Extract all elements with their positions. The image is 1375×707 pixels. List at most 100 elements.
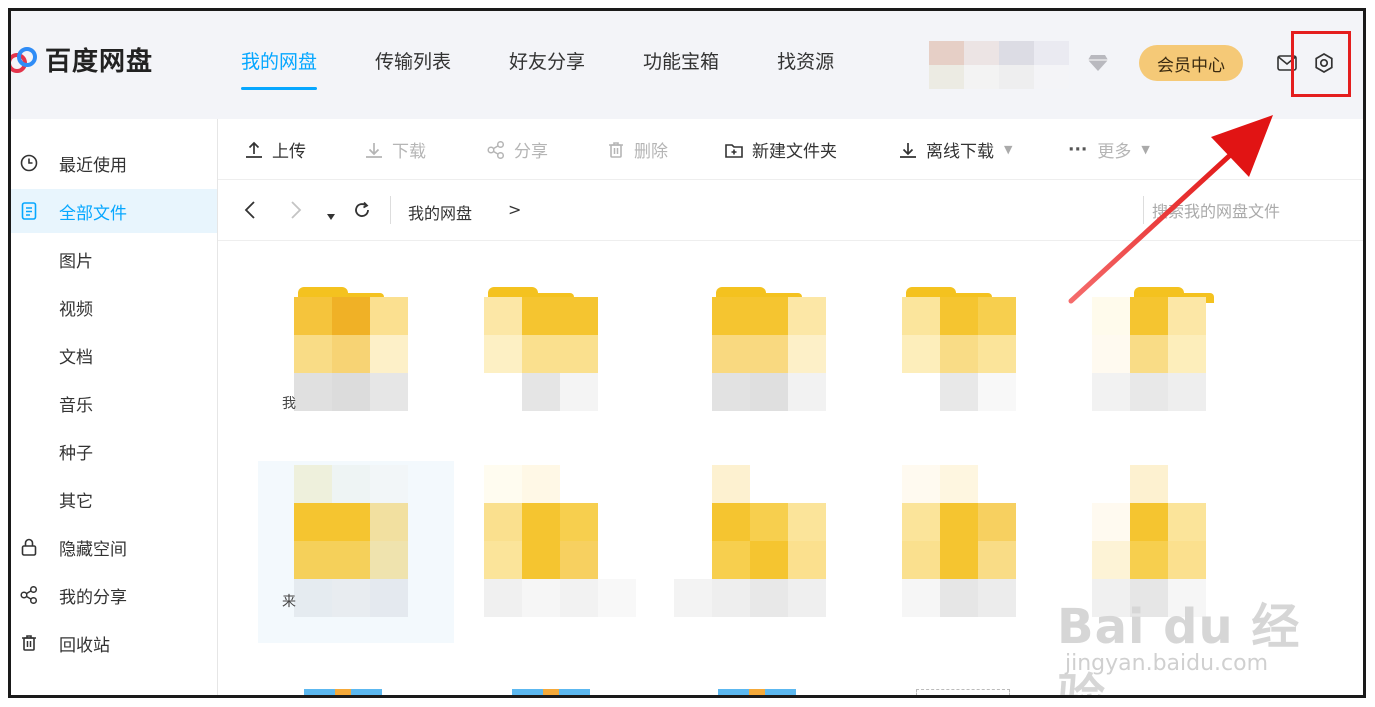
folder-icon: [712, 465, 826, 579]
sidebar-item-docs[interactable]: 文档: [11, 333, 217, 377]
delete-label: 删除: [634, 142, 668, 162]
upload-label: 上传: [272, 142, 306, 162]
share-icon: [19, 585, 39, 605]
upload-icon: [246, 141, 262, 158]
share-button[interactable]: 分享: [486, 137, 548, 162]
file-thumbnail[interactable]: [512, 689, 590, 695]
baidu-cloud-logo-icon: [11, 43, 39, 77]
folder-icon-bottom: [902, 579, 1016, 617]
document-icon: [19, 201, 39, 221]
baidu-jingyan-watermark: Bai du 经验 jingyan.baidu.com: [1057, 567, 1347, 695]
folder-icon: [712, 297, 826, 411]
folder-icon-bottom: [674, 579, 826, 617]
folder-icon: [294, 465, 408, 579]
offline-download-button[interactable]: 离线下载 ▼: [898, 137, 1012, 162]
sidebar-item-my-share[interactable]: 我的分享: [11, 573, 217, 617]
sidebar-item-label: 图片: [59, 251, 93, 272]
sidebar-item-hidden-space[interactable]: 隐藏空间: [11, 525, 217, 569]
folder-item[interactable]: [902, 287, 1022, 427]
sidebar-item-label: 全部文件: [59, 203, 127, 224]
nav-my-disk[interactable]: 我的网盘: [241, 47, 318, 90]
app-logo[interactable]: 百度网盘: [11, 41, 153, 78]
sidebar-item-label: 视频: [59, 299, 93, 320]
lock-icon: [19, 537, 39, 557]
folder-item[interactable]: [902, 455, 1022, 617]
watermark-logo-text: Bai du 经验: [1057, 599, 1301, 698]
folder-icon: [902, 465, 1016, 579]
folder-item[interactable]: [674, 455, 832, 617]
new-folder-button[interactable]: 新建文件夹: [724, 137, 837, 162]
sidebar-item-recycle-bin[interactable]: 回收站: [11, 621, 217, 665]
sidebar-item-label: 我的分享: [59, 587, 127, 608]
refresh-icon[interactable]: [352, 200, 372, 224]
folder-item[interactable]: 来: [282, 455, 414, 617]
diamond-icon[interactable]: [1087, 54, 1109, 72]
file-thumbnail[interactable]: [718, 689, 796, 695]
back-icon[interactable]: [244, 200, 256, 224]
annotation-arrow: [1068, 115, 1273, 304]
nav-find-resources[interactable]: 找资源: [777, 47, 834, 88]
upload-button[interactable]: 上传: [244, 137, 306, 162]
folder-item[interactable]: [712, 287, 832, 427]
sidebar-item-label: 其它: [59, 491, 93, 512]
sidebar-item-label: 文档: [59, 347, 93, 368]
sidebar: 最近使用 全部文件 图片 视频 文档 音乐 种子 其它 隐藏空间 我的分享 回收…: [11, 119, 218, 695]
sidebar-item-recent[interactable]: 最近使用: [11, 141, 217, 185]
folder-name: 来: [282, 594, 296, 610]
share-icon: [487, 140, 505, 159]
folder-item[interactable]: 我: [282, 287, 414, 427]
sidebar-item-torrents[interactable]: 种子: [11, 429, 217, 473]
folder-icon: [1092, 465, 1206, 579]
breadcrumb-divider: [390, 196, 391, 224]
folder-icon-bottom: [484, 579, 636, 617]
nav-toolbox[interactable]: 功能宝箱: [643, 47, 719, 88]
trash-icon: [19, 633, 39, 653]
trash-icon: [609, 141, 623, 158]
nav-friend-share[interactable]: 好友分享: [509, 47, 585, 88]
folder-icon: [1092, 297, 1206, 411]
download-icon: [900, 142, 916, 158]
folder-item[interactable]: [484, 455, 636, 617]
file-thumbnail[interactable]: [916, 689, 1010, 695]
sidebar-item-label: 回收站: [59, 635, 110, 656]
delete-button[interactable]: 删除: [606, 137, 668, 162]
download-icon: [366, 142, 382, 158]
new-folder-label: 新建文件夹: [752, 142, 837, 162]
folder-item[interactable]: [484, 287, 604, 427]
sidebar-item-all-files[interactable]: 全部文件: [11, 189, 217, 233]
folder-icon: [902, 297, 1016, 411]
download-button[interactable]: 下载: [364, 137, 426, 162]
app-window: 百度网盘 我的网盘 传输列表 好友分享 功能宝箱 找资源 会员中心 最近使用 全…: [8, 8, 1366, 698]
breadcrumb-separator: >: [508, 200, 522, 219]
sidebar-item-label: 隐藏空间: [59, 539, 127, 560]
new-folder-icon: [725, 143, 743, 158]
nav-transfer-list[interactable]: 传输列表: [375, 47, 451, 88]
chevron-down-icon: ▼: [1004, 143, 1013, 156]
history-dropdown-icon[interactable]: [326, 206, 336, 225]
folder-icon: [484, 297, 598, 411]
sidebar-item-label: 音乐: [59, 395, 93, 416]
settings-highlight-box: [1291, 31, 1351, 97]
folder-icon: [484, 465, 598, 579]
share-label: 分享: [514, 142, 548, 162]
folder-icon-bottom: [294, 579, 408, 617]
sidebar-item-music[interactable]: 音乐: [11, 381, 217, 425]
clock-icon: [19, 153, 39, 173]
breadcrumb-current[interactable]: 我的网盘: [408, 200, 472, 224]
main-nav: 我的网盘 传输列表 好友分享 功能宝箱 找资源: [241, 47, 892, 90]
folder-icon: [294, 297, 408, 411]
file-thumbnail[interactable]: [304, 689, 382, 695]
sidebar-item-videos[interactable]: 视频: [11, 285, 217, 329]
download-label: 下载: [392, 142, 426, 162]
sidebar-item-other[interactable]: 其它: [11, 477, 217, 521]
sidebar-item-images[interactable]: 图片: [11, 237, 217, 281]
user-avatar-blurred[interactable]: [929, 41, 1069, 89]
member-center-button[interactable]: 会员中心: [1139, 45, 1243, 81]
watermark-url: jingyan.baidu.com: [1065, 651, 1269, 676]
app-name: 百度网盘: [45, 47, 154, 77]
forward-icon[interactable]: [290, 200, 302, 224]
sidebar-item-label: 最近使用: [59, 155, 127, 176]
offline-download-label: 离线下载: [926, 142, 994, 162]
sidebar-item-label: 种子: [59, 443, 93, 464]
folder-name: 我: [282, 396, 296, 412]
